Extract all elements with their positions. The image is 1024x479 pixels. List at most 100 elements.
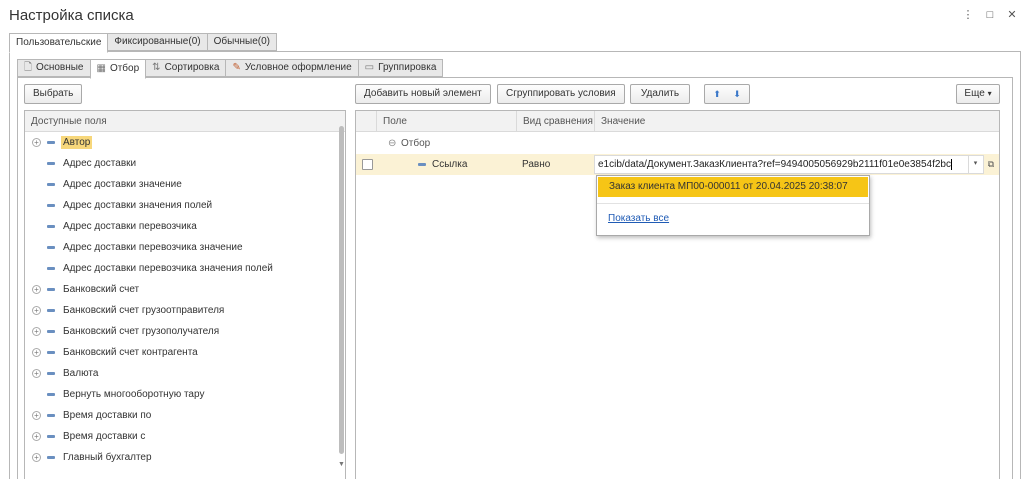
dropdown-icon[interactable]: ▾ xyxy=(968,155,982,174)
field-icon xyxy=(47,141,55,144)
tab-label: Фиксированные(0) xyxy=(114,36,201,47)
tree-item-label: Валюта xyxy=(63,368,99,379)
field-icon xyxy=(47,351,55,354)
expand-icon[interactable]: + xyxy=(32,306,41,315)
tree-item-label: Вернуть многооборотную тару xyxy=(63,389,205,400)
grid-header: Поле Вид сравнения Значение xyxy=(356,111,999,132)
tree-item-label: Автор xyxy=(61,136,93,149)
field-icon xyxy=(47,309,55,312)
available-fields-header: Доступные поля xyxy=(25,111,345,132)
tree-item-label: Адрес доставки значение xyxy=(63,179,182,190)
tab-label: Основные xyxy=(36,62,84,73)
group-conditions-button[interactable]: Сгруппировать условия xyxy=(497,84,625,104)
condition-field: Ссылка xyxy=(432,159,468,170)
tab-regular[interactable]: Обычные(0) xyxy=(206,33,277,51)
tab-label: Отбор xyxy=(109,63,140,74)
tab-sort[interactable]: ⇅ Сортировка xyxy=(145,59,227,77)
tab-label: Группировка xyxy=(378,62,437,73)
maximize-icon[interactable]: □ xyxy=(984,8,996,22)
tree-item-label: Адрес доставки значения полей xyxy=(63,200,213,211)
tab-main[interactable]: 🗋 Основные xyxy=(17,59,91,77)
tab-user-settings[interactable]: Пользовательские xyxy=(9,33,109,53)
tab-grouping[interactable]: ▭ Группировка xyxy=(357,59,444,77)
column-value[interactable]: Значение xyxy=(594,111,999,132)
condition-row[interactable]: Ссылка Равно e1cib/data/Документ.ЗаказКл… xyxy=(356,154,999,175)
select-button[interactable]: Выбрать xyxy=(24,84,83,104)
collapse-icon[interactable]: ⊖ xyxy=(388,133,396,154)
tree-item-label: Банковский счет грузополучателя xyxy=(63,326,220,337)
show-all-link[interactable]: Показать все xyxy=(608,213,669,224)
field-icon xyxy=(47,414,55,417)
more-button[interactable]: Еще ▾ xyxy=(956,84,1000,104)
expand-icon[interactable]: + xyxy=(32,453,41,462)
window-controls: ⋮ □ ✕ xyxy=(962,8,1018,22)
conditional-format-icon: ✎ xyxy=(232,62,241,73)
condition-value-input[interactable]: e1cib/data/Документ.ЗаказКлиента?ref=949… xyxy=(594,155,984,174)
expand-icon[interactable]: + xyxy=(32,285,41,294)
field-icon xyxy=(47,225,55,228)
tree-item-label: Главный бухгалтер xyxy=(63,452,152,463)
group-label: Отбор xyxy=(401,138,431,149)
scroll-thumb[interactable] xyxy=(339,126,344,454)
expand-icon[interactable]: + xyxy=(32,369,41,378)
expand-icon[interactable]: + xyxy=(32,138,41,147)
tab-conditional-format[interactable]: ✎ Условное оформление xyxy=(225,59,359,77)
tree-item-label: Адрес доставки перевозчика значения поле… xyxy=(63,263,273,274)
grouping-icon: ▭ xyxy=(364,62,375,73)
tree-item-label: Адрес доставки перевозчика значение xyxy=(63,242,243,253)
field-icon xyxy=(47,183,55,186)
tab-label: Пользовательские xyxy=(16,37,102,48)
expand-icon[interactable]: + xyxy=(32,327,41,336)
suggestion-item[interactable]: Заказ клиента МП00-000011 от 20.04.2025 … xyxy=(598,177,868,197)
scroll-down-icon[interactable]: ▼ xyxy=(338,461,345,468)
move-buttons: ⬆ ⬇ xyxy=(704,84,750,104)
fields-scrollbar[interactable]: ▼ xyxy=(338,126,345,471)
window-title: Настройка списка xyxy=(9,7,134,24)
tree-item-label: Банковский счет контрагента xyxy=(63,347,198,358)
tab-label: Сортировка xyxy=(164,62,220,73)
move-up-icon[interactable]: ⬆ xyxy=(708,85,726,103)
tree-item-label: Адрес доставки перевозчика xyxy=(63,221,197,232)
close-icon[interactable]: ✕ xyxy=(1006,8,1018,22)
condition-comparison[interactable]: Равно xyxy=(522,154,550,175)
field-icon xyxy=(47,330,55,333)
field-icon xyxy=(47,246,55,249)
tab-fixed[interactable]: Фиксированные(0) xyxy=(107,33,208,51)
tab-label: Обычные(0) xyxy=(213,36,270,47)
field-icon xyxy=(47,288,55,291)
condition-checkbox[interactable] xyxy=(362,159,373,170)
expand-icon[interactable]: + xyxy=(32,432,41,441)
inner-tabs: 🗋 Основные ▦ Отбор ⇅ Сортировка ✎ Условное о… xyxy=(17,59,444,79)
filter-grid: Поле Вид сравнения Значение ⊖ Отбор Ссыл… xyxy=(355,110,1000,479)
filter-icon: ▦ xyxy=(96,63,106,74)
add-element-button[interactable]: Добавить новый элемент xyxy=(355,84,491,104)
tree-item-label: Банковский счет xyxy=(63,284,140,295)
field-icon xyxy=(47,372,55,375)
tree-item-label: Время доставки с xyxy=(63,431,146,442)
open-icon[interactable]: ⧉ xyxy=(984,155,998,174)
tree-item-label: Банковский счет грузоотправителя xyxy=(63,305,225,316)
group-row[interactable]: ⊖ Отбор xyxy=(356,133,999,154)
condition-value-text: e1cib/data/Документ.ЗаказКлиента?ref=949… xyxy=(598,159,951,170)
tab-filter[interactable]: ▦ Отбор xyxy=(89,59,147,79)
move-down-icon[interactable]: ⬇ xyxy=(728,85,746,103)
column-comparison[interactable]: Вид сравнения xyxy=(516,111,594,132)
delete-button[interactable]: Удалить xyxy=(630,84,690,104)
column-field[interactable]: Поле xyxy=(376,111,520,132)
field-icon xyxy=(47,267,55,270)
expand-icon[interactable]: + xyxy=(32,411,41,420)
popup-divider xyxy=(597,203,869,204)
field-icon xyxy=(47,204,55,207)
text-caret xyxy=(950,158,952,170)
field-icon xyxy=(47,435,55,438)
field-icon xyxy=(47,162,55,165)
expand-icon[interactable]: + xyxy=(32,348,41,357)
page-icon: 🗋 xyxy=(24,62,33,73)
available-fields-panel: Доступные поля + Автор Адрес доставки Адр… xyxy=(24,110,346,479)
autocomplete-popup: Заказ клиента МП00-000011 от 20.04.2025 … xyxy=(596,175,870,236)
top-tabs: Пользовательские Фиксированные(0) Обычны… xyxy=(9,33,277,53)
tab-label: Условное оформление xyxy=(244,62,352,73)
more-menu-icon[interactable]: ⋮ xyxy=(962,8,974,22)
tree-item-label: Время доставки по xyxy=(63,410,152,421)
field-icon xyxy=(47,393,55,396)
